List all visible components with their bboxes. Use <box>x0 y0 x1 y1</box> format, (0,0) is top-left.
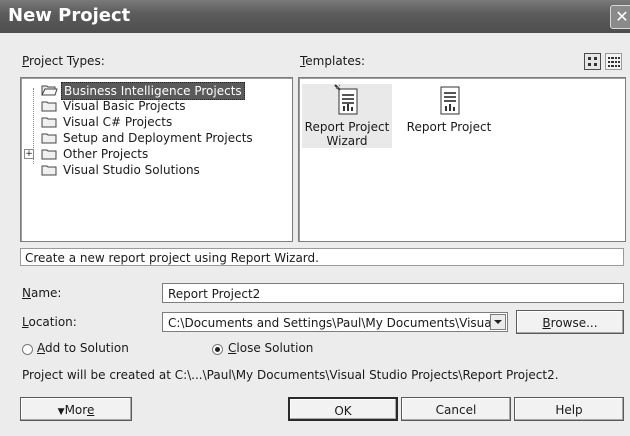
template-description: Create a new report project using Report… <box>20 248 624 266</box>
tree-item-visual-csharp[interactable]: Visual C# Projects <box>21 114 291 130</box>
template-report-project-wizard[interactable]: Report Project Wizard <box>302 84 392 148</box>
project-types-tree[interactable]: Business Intelligence Projects Visual Ba… <box>20 77 293 242</box>
open-folder-icon <box>41 85 58 96</box>
location-value: C:\Documents and Settings\Paul\My Docume… <box>168 316 507 330</box>
close-icon: ✕ <box>615 7 629 26</box>
template-report-project[interactable]: Report Project <box>404 84 494 134</box>
template-label: Report Project <box>406 120 492 134</box>
tree-item-business-intelligence[interactable]: Business Intelligence Projects <box>21 82 291 100</box>
small-icons-view-button[interactable] <box>605 53 622 70</box>
folder-icon <box>41 149 57 160</box>
tree-item-label: Visual Studio Solutions <box>63 163 200 177</box>
tree-item-label: Visual Basic Projects <box>63 99 186 113</box>
report-wizard-icon <box>334 84 358 115</box>
location-dropdown-button[interactable] <box>490 314 506 330</box>
project-path-note: Project will be created at C:\...\Paul\M… <box>22 368 559 382</box>
expand-plus-icon[interactable]: + <box>24 149 34 159</box>
tree-item-visual-basic[interactable]: Visual Basic Projects <box>21 98 291 114</box>
more-button[interactable]: ▼More <box>20 397 132 421</box>
new-project-dialog: New Project ✕ Project Types: Templates: <box>0 0 630 436</box>
cancel-button[interactable]: Cancel <box>401 397 511 421</box>
chevron-down-icon: ▼ <box>57 407 65 417</box>
folder-icon <box>41 101 57 112</box>
dialog-title: New Project <box>8 5 131 26</box>
report-project-icon <box>440 86 460 115</box>
close-button[interactable]: ✕ <box>610 5 630 29</box>
help-button[interactable]: Help <box>514 397 624 421</box>
add-to-solution-radio[interactable] <box>22 344 33 355</box>
tree-item-other-projects[interactable]: + Other Projects <box>21 146 291 162</box>
location-combobox[interactable]: C:\Documents and Settings\Paul\My Docume… <box>162 312 508 332</box>
chevron-down-icon <box>494 320 502 324</box>
folder-icon <box>41 117 57 128</box>
large-icons-icon <box>588 57 597 66</box>
close-solution-label[interactable]: Close Solution <box>228 341 313 355</box>
close-solution-radio[interactable] <box>212 344 223 355</box>
location-label: Location: <box>22 315 77 329</box>
folder-icon <box>41 165 57 176</box>
title-bar[interactable]: New Project ✕ <box>0 0 630 33</box>
tree-item-label: Other Projects <box>63 147 149 161</box>
templates-list[interactable]: Report Project Wizard Report Project <box>298 77 626 242</box>
large-icons-view-button[interactable] <box>584 53 601 70</box>
name-input[interactable]: Report Project2 <box>162 283 624 303</box>
project-types-label: Project Types: <box>22 54 105 68</box>
browse-button[interactable]: Browse... <box>516 310 624 334</box>
ok-button[interactable]: OK <box>288 397 398 421</box>
tree-item-setup-deployment[interactable]: Setup and Deployment Projects <box>21 130 291 146</box>
templates-label: Templates: <box>300 54 366 68</box>
name-label: Name: <box>22 286 62 300</box>
list-view-icon <box>608 57 620 67</box>
add-to-solution-label[interactable]: Add to Solution <box>37 341 129 355</box>
tree-item-visual-studio-solutions[interactable]: Visual Studio Solutions <box>21 162 291 178</box>
tree-item-label: Setup and Deployment Projects <box>63 131 253 145</box>
folder-icon <box>41 133 57 144</box>
template-label: Report Project Wizard <box>304 120 390 148</box>
tree-item-label: Visual C# Projects <box>63 115 173 129</box>
